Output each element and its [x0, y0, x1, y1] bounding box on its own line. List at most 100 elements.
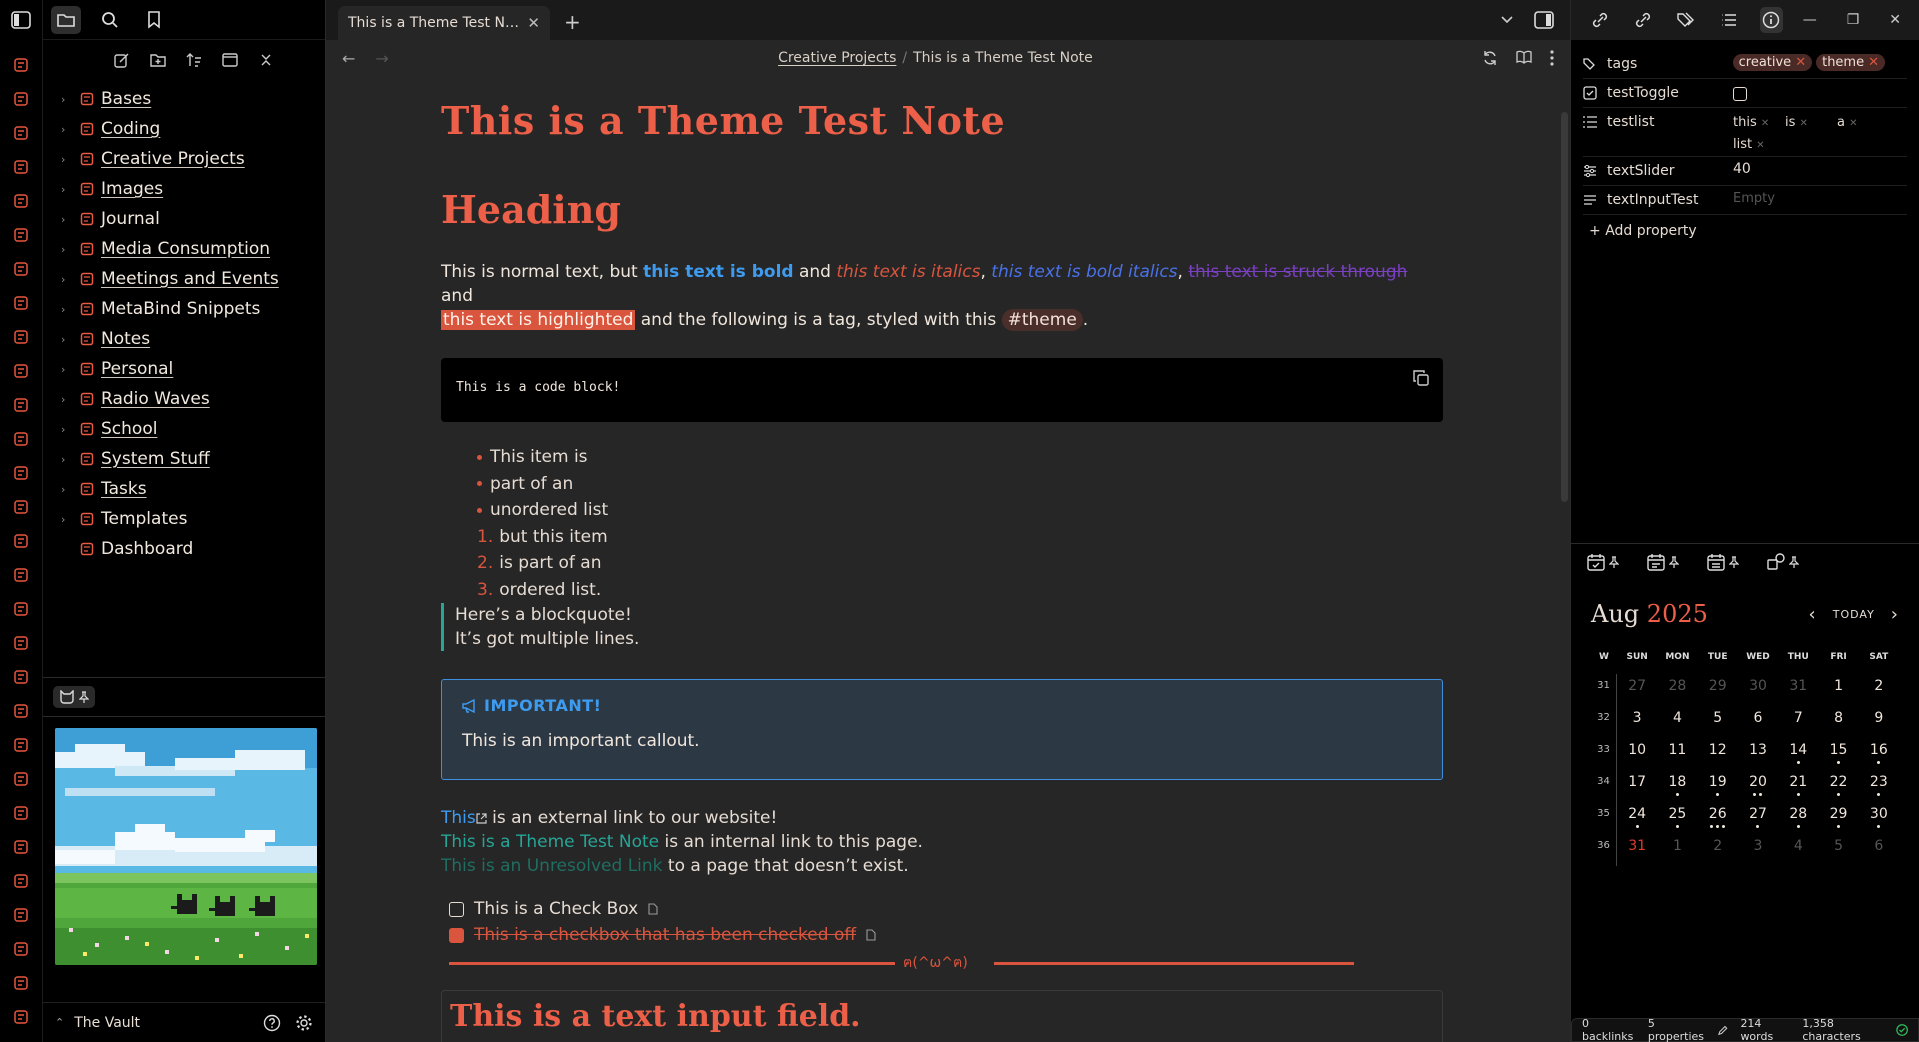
- tree-item[interactable]: › Journal: [43, 204, 325, 234]
- lock-icon[interactable]: [7, 388, 35, 422]
- week-number[interactable]: 36: [1591, 834, 1617, 866]
- calendar-day[interactable]: 3: [1617, 706, 1657, 738]
- outgoing-links-tab[interactable]: [1632, 7, 1655, 33]
- calendar-day[interactable]: 26: [1698, 802, 1738, 834]
- sidebar-toggle-icon[interactable]: [11, 11, 31, 29]
- calendar-day[interactable]: 16: [1859, 738, 1899, 770]
- calendar-day[interactable]: 9: [1859, 706, 1899, 738]
- forward-arrow-icon[interactable]: →: [375, 49, 388, 68]
- property-key[interactable]: testToggle: [1607, 85, 1679, 101]
- breadcrumb-folder[interactable]: Creative Projects: [778, 50, 896, 66]
- chevron-right-icon[interactable]: ›: [61, 273, 73, 286]
- home-icon[interactable]: [7, 524, 35, 558]
- tree-item[interactable]: › Templates: [43, 504, 325, 534]
- layout-icon[interactable]: [7, 456, 35, 490]
- chevron-right-icon[interactable]: ›: [61, 93, 73, 106]
- tree-item[interactable]: › School: [43, 414, 325, 444]
- calendar-day[interactable]: 4: [1657, 706, 1697, 738]
- clipboard-icon[interactable]: [7, 320, 35, 354]
- calendar-tab[interactable]: [1587, 553, 1619, 571]
- tag-pill[interactable]: creative ✕: [1732, 54, 1813, 71]
- cat-icon[interactable]: [7, 898, 35, 932]
- note-title[interactable]: This is a Theme Test Note: [441, 98, 1443, 143]
- calendar-day[interactable]: 11: [1657, 738, 1697, 770]
- toggle-checkbox[interactable]: [1733, 87, 1747, 101]
- week-number[interactable]: 35: [1591, 802, 1617, 834]
- task-checkbox[interactable]: [449, 901, 464, 917]
- theme-tag[interactable]: #theme: [1001, 309, 1083, 331]
- tree-item[interactable]: › Images: [43, 174, 325, 204]
- chevron-right-icon[interactable]: ›: [61, 303, 73, 316]
- collapse-all-button[interactable]: [255, 49, 277, 71]
- tree-item[interactable]: › Tasks: [43, 474, 325, 504]
- calendar-day[interactable]: 24: [1617, 802, 1657, 834]
- calendar-day-icon[interactable]: [7, 932, 35, 966]
- text-input-value[interactable]: Empty: [1733, 191, 1775, 206]
- chevron-right-icon[interactable]: ›: [61, 393, 73, 406]
- calendar-day[interactable]: 27: [1617, 674, 1657, 706]
- close-icon[interactable]: ✕: [527, 14, 540, 32]
- list-icon[interactable]: [7, 694, 35, 728]
- scrollbar[interactable]: [1561, 112, 1568, 502]
- calendar-day[interactable]: 28: [1657, 674, 1697, 706]
- calendar-day[interactable]: 30: [1859, 802, 1899, 834]
- bookmarks-tab[interactable]: [139, 6, 169, 34]
- tree-item[interactable]: › Media Consumption: [43, 234, 325, 264]
- auto-reveal-button[interactable]: [219, 49, 241, 71]
- list-pill[interactable]: is ✕: [1785, 112, 1837, 134]
- calendar-day[interactable]: 25: [1657, 802, 1697, 834]
- calendar-day[interactable]: 19: [1698, 770, 1738, 802]
- smile-icon[interactable]: [7, 864, 35, 898]
- calendar-day[interactable]: 13: [1738, 738, 1778, 770]
- text-input-heading[interactable]: This is a text input field.: [441, 990, 1443, 1042]
- table-icon[interactable]: [7, 218, 35, 252]
- tree-item[interactable]: › Notes: [43, 324, 325, 354]
- unlock-icon[interactable]: [7, 422, 35, 456]
- tree-item[interactable]: › MetaBind Snippets: [43, 294, 325, 324]
- calendar-day[interactable]: 30: [1738, 674, 1778, 706]
- unresolved-link[interactable]: This is an Unresolved Link: [441, 856, 663, 876]
- calendar-icon[interactable]: [7, 184, 35, 218]
- new-note-button[interactable]: [111, 49, 133, 71]
- new-folder-button[interactable]: [147, 49, 169, 71]
- external-link[interactable]: This: [441, 808, 476, 828]
- reading-view-icon[interactable]: [1516, 50, 1532, 64]
- week-number[interactable]: 32: [1591, 706, 1617, 738]
- prev-month-icon[interactable]: ‹: [1809, 604, 1817, 625]
- grid-icon[interactable]: [7, 116, 35, 150]
- template-icon[interactable]: [7, 286, 35, 320]
- calendar-day[interactable]: 22: [1818, 770, 1858, 802]
- maximize-icon[interactable]: ❐: [1847, 12, 1860, 28]
- calendar-day[interactable]: 8: [1818, 706, 1858, 738]
- note-tab[interactable]: This is a Theme Test N… ✕: [338, 6, 550, 40]
- add-property-button[interactable]: + Add property: [1583, 223, 1907, 239]
- property-key[interactable]: textInputTest: [1607, 192, 1698, 208]
- next-month-icon[interactable]: ›: [1891, 604, 1899, 625]
- calendar-icon[interactable]: [7, 966, 35, 1000]
- percent-icon[interactable]: [7, 252, 35, 286]
- bar-chart-icon[interactable]: [7, 796, 35, 830]
- tree-item[interactable]: › Meetings and Events: [43, 264, 325, 294]
- vault-switcher[interactable]: ⌃ The Vault: [55, 1015, 263, 1031]
- sort-button[interactable]: [183, 49, 205, 71]
- new-tab-button[interactable]: +: [564, 10, 581, 34]
- minimize-icon[interactable]: —: [1803, 12, 1817, 28]
- pencil-icon[interactable]: [1718, 1024, 1728, 1036]
- graph-icon[interactable]: [7, 48, 35, 82]
- calendar-day[interactable]: 31: [1778, 674, 1818, 706]
- outline-tab[interactable]: [1717, 7, 1740, 33]
- week-number[interactable]: 33: [1591, 738, 1617, 770]
- calendar-day[interactable]: 17: [1617, 770, 1657, 802]
- copy-icon[interactable]: [7, 150, 35, 184]
- calendar-icon[interactable]: [7, 592, 35, 626]
- chevron-right-icon[interactable]: ›: [61, 243, 73, 256]
- calendar-day[interactable]: 12: [1698, 738, 1738, 770]
- list-pill[interactable]: list ✕: [1733, 134, 1785, 156]
- calendar-day[interactable]: 1: [1657, 834, 1697, 866]
- copy-icon[interactable]: [1413, 370, 1429, 386]
- calendar-day[interactable]: 18: [1657, 770, 1697, 802]
- tree-item[interactable]: › Bases: [43, 84, 325, 114]
- calendar-day[interactable]: 29: [1698, 674, 1738, 706]
- chevron-right-icon[interactable]: ›: [61, 213, 73, 226]
- task-checkbox-checked[interactable]: [449, 927, 464, 943]
